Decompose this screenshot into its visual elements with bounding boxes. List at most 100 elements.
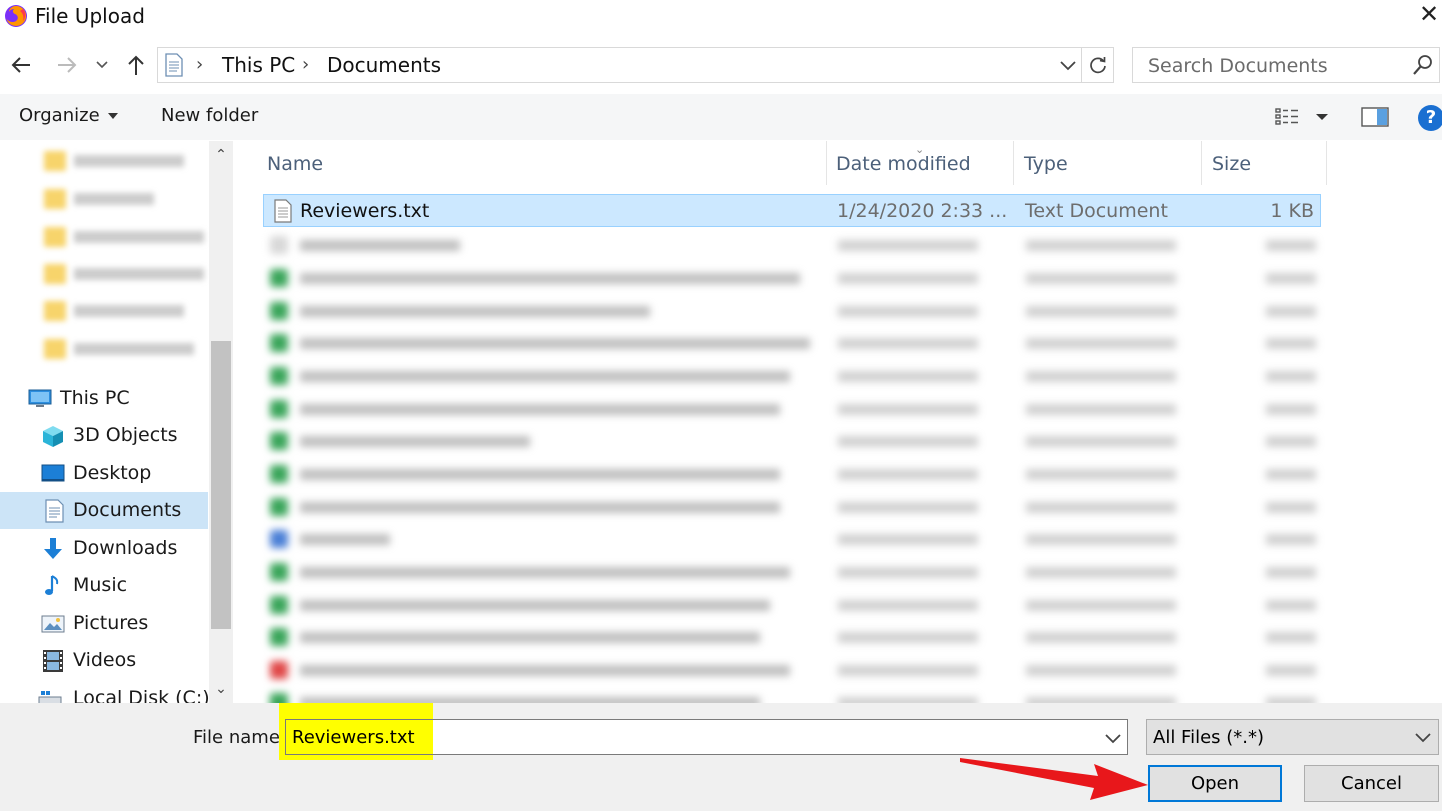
document-icon: [165, 53, 183, 77]
command-toolbar: Organize New folder: [0, 94, 1442, 140]
list-item: [266, 333, 1326, 353]
file-name-label: File name:: [193, 727, 286, 748]
chevron-down-icon[interactable]: [1057, 53, 1079, 77]
file-list: ⌄ Name Date modified Type Size Reviewers…: [236, 141, 1442, 703]
file-name: Reviewers.txt: [300, 200, 430, 222]
file-name-value: Reviewers.txt: [292, 727, 415, 748]
forward-button[interactable]: [52, 48, 82, 82]
cube-icon: [43, 426, 63, 447]
chevron-down-icon[interactable]: [1101, 727, 1125, 749]
column-divider[interactable]: [1013, 141, 1014, 185]
list-item: [266, 595, 1326, 615]
open-button[interactable]: Open: [1148, 765, 1282, 802]
nav-item-music[interactable]: Music: [0, 567, 208, 604]
nav-item-desktop[interactable]: Desktop: [0, 455, 208, 492]
list-item: [266, 366, 1326, 386]
column-header-date-modified[interactable]: Date modified: [836, 141, 971, 185]
drive-icon: [38, 691, 62, 703]
column-header-name[interactable]: Name: [267, 141, 323, 185]
blurred-folder: [44, 149, 184, 175]
nav-item-label: Videos: [73, 649, 137, 671]
nav-item-local-disk[interactable]: Local Disk (C:): [0, 680, 210, 703]
organize-button[interactable]: Organize: [19, 105, 118, 126]
nav-item-label: Music: [73, 574, 128, 596]
search-icon[interactable]: [1412, 54, 1434, 76]
file-size: 1 KB: [1270, 200, 1314, 222]
list-item: [266, 268, 1326, 288]
nav-item-label: Desktop: [73, 462, 152, 484]
firefox-icon: [5, 5, 27, 27]
caret-down-icon: [107, 113, 118, 119]
scroll-down-icon[interactable]: ⌄: [209, 681, 233, 699]
back-arrow-icon: [11, 57, 30, 73]
video-icon: [43, 650, 63, 672]
navigation-pane: This PC 3D Objects Desktop Documents Dow…: [0, 141, 236, 703]
refresh-button[interactable]: [1082, 47, 1114, 83]
window-title: File Upload: [35, 4, 145, 28]
list-item: [266, 235, 1326, 255]
list-item: [266, 562, 1326, 582]
column-divider[interactable]: [826, 141, 827, 185]
list-item: [266, 301, 1326, 321]
forward-arrow-icon: [58, 57, 77, 73]
recent-locations-button[interactable]: [89, 48, 115, 82]
refresh-icon: [1089, 57, 1106, 74]
nav-item-downloads[interactable]: Downloads: [0, 530, 208, 567]
up-arrow-icon: [128, 55, 144, 75]
organize-label: Organize: [19, 105, 100, 126]
nav-scrollbar[interactable]: ⌃ ⌄: [209, 141, 233, 703]
blurred-folder: [44, 187, 154, 213]
list-item: [266, 692, 1326, 703]
chevron-down-icon: [96, 61, 108, 69]
address-bar[interactable]: › This PC › Documents: [157, 47, 1082, 83]
column-divider[interactable]: [1201, 141, 1202, 185]
computer-icon: [28, 389, 52, 407]
file-type: Text Document: [1025, 200, 1168, 222]
back-button[interactable]: [6, 48, 36, 82]
chevron-down-icon: [1415, 733, 1431, 743]
preview-pane-icon[interactable]: [1360, 104, 1390, 130]
close-icon[interactable]: ✕: [1418, 0, 1440, 30]
nav-item-videos[interactable]: Videos: [0, 642, 208, 679]
blurred-folder: [44, 337, 194, 363]
nav-item-pictures[interactable]: Pictures: [0, 605, 208, 642]
list-item: [266, 627, 1326, 647]
cancel-button[interactable]: Cancel: [1304, 765, 1439, 802]
music-icon: [45, 575, 59, 595]
red-arrow-annotation: [960, 758, 1148, 800]
list-item: [266, 464, 1326, 484]
change-view-button[interactable]: [1274, 105, 1334, 129]
breadcrumb-this-pc[interactable]: This PC: [222, 53, 295, 77]
search-input[interactable]: Search Documents: [1132, 47, 1440, 83]
picture-icon: [41, 615, 65, 633]
help-icon[interactable]: ?: [1418, 105, 1442, 131]
nav-item-this-pc[interactable]: This PC: [0, 380, 208, 417]
breadcrumb-separator: ›: [196, 54, 204, 75]
new-folder-button[interactable]: New folder: [161, 105, 258, 126]
desktop-icon: [41, 464, 65, 482]
column-header-size[interactable]: Size: [1212, 141, 1251, 185]
search-placeholder: Search Documents: [1148, 55, 1328, 77]
dialog-footer: File name: Reviewers.txt All Files (*.*)…: [0, 703, 1442, 811]
scroll-thumb[interactable]: [211, 341, 231, 629]
list-item: [266, 497, 1326, 517]
up-button[interactable]: [121, 48, 151, 82]
nav-item-documents[interactable]: Documents: [0, 492, 208, 529]
document-icon: [45, 499, 64, 523]
nav-item-label: Downloads: [73, 537, 178, 559]
nav-item-label: Local Disk (C:): [73, 687, 210, 703]
scroll-up-icon[interactable]: ⌃: [209, 147, 233, 165]
nav-item-3d-objects[interactable]: 3D Objects: [0, 417, 208, 454]
nav-item-label: This PC: [60, 387, 130, 409]
text-file-icon: [274, 199, 292, 223]
column-header-type[interactable]: Type: [1024, 141, 1068, 185]
file-row-selected[interactable]: Reviewers.txt 1/24/2020 2:33 ... Text Do…: [263, 194, 1321, 227]
breadcrumb-separator: ›: [302, 54, 310, 75]
details-view-icon: [1275, 108, 1298, 125]
column-divider[interactable]: [1326, 141, 1327, 185]
blurred-folder: [44, 225, 204, 251]
breadcrumb-documents[interactable]: Documents: [327, 53, 441, 77]
file-date-modified: 1/24/2020 2:33 ...: [837, 200, 1008, 222]
file-type-select[interactable]: All Files (*.*): [1146, 719, 1439, 755]
list-item: [266, 660, 1326, 680]
